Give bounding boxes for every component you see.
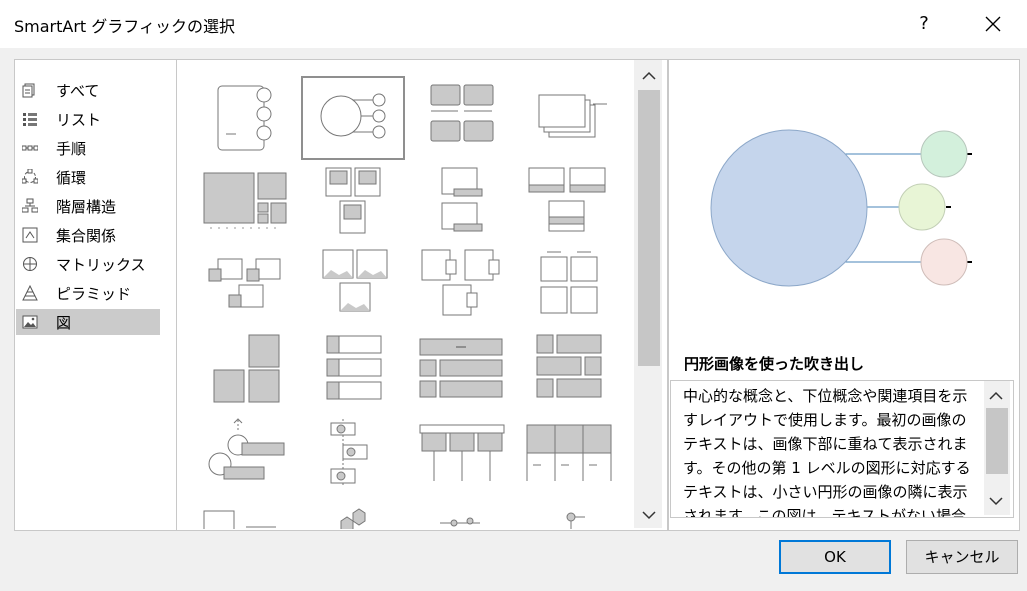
close-button[interactable] — [976, 8, 1010, 40]
process-icon — [22, 145, 38, 151]
cycle-icon — [22, 169, 38, 184]
layout-thumbnail[interactable] — [517, 78, 617, 158]
category-list-item[interactable]: リスト — [16, 106, 160, 132]
description-scroll-up-button[interactable] — [986, 388, 1006, 404]
category-cycle[interactable]: 循環 — [16, 164, 160, 190]
cancel-button[interactable]: キャンセル — [906, 540, 1018, 574]
layout-name: 円形画像を使った吹き出し — [684, 355, 865, 373]
category-picture[interactable]: 図 — [16, 309, 160, 335]
layout-thumbnail[interactable] — [410, 330, 510, 410]
layout-thumbnail[interactable] — [196, 415, 296, 495]
category-label: すべて — [56, 82, 100, 100]
layout-thumbnail[interactable] — [196, 505, 296, 529]
matrix-icon — [23, 257, 37, 271]
category-process[interactable]: 手順 — [16, 135, 160, 161]
layout-thumbnail[interactable] — [303, 330, 403, 410]
title-bar: SmartArt グラフィックの選択 ? — [0, 0, 1027, 48]
layout-thumbnail[interactable] — [517, 415, 617, 495]
layout-thumbnail[interactable] — [196, 330, 296, 410]
layout-thumbnail[interactable] — [410, 415, 510, 495]
hierarchy-icon — [22, 198, 38, 213]
chevron-up-icon — [989, 391, 1003, 400]
layout-thumbnail[interactable] — [410, 505, 510, 529]
chevron-down-icon — [642, 511, 656, 520]
all-icon — [22, 83, 35, 98]
category-hierarchy[interactable]: 階層構造 — [16, 193, 160, 219]
picture-icon — [22, 315, 38, 329]
layout-thumbnail[interactable] — [303, 245, 403, 325]
layout-thumbnail[interactable] — [196, 245, 296, 325]
layout-thumbnail[interactable] — [303, 415, 403, 495]
gallery-scrollbar-thumb[interactable] — [638, 90, 660, 366]
gallery-scroll-up-button[interactable] — [639, 68, 659, 84]
chevron-down-icon — [989, 497, 1003, 506]
category-label: 図 — [56, 314, 72, 332]
description-scrollbar-thumb[interactable] — [986, 408, 1008, 474]
layout-description: 中心的な概念と、下位概念や関連項目を示すレイアウトで使用します。最初の画像のテキ… — [683, 387, 971, 518]
category-label: リスト — [56, 111, 102, 129]
layout-thumbnail[interactable] — [303, 165, 403, 245]
gallery-scroll-down-button[interactable] — [639, 507, 659, 523]
layout-thumbnail[interactable] — [517, 245, 617, 325]
layout-thumbnail[interactable] — [517, 165, 617, 245]
ok-button[interactable]: OK — [779, 540, 891, 574]
layout-thumbnail[interactable] — [517, 330, 617, 410]
list-icon — [23, 113, 37, 126]
category-label: 階層構造 — [56, 198, 117, 216]
close-icon — [985, 16, 1001, 32]
layout-thumbnail[interactable] — [196, 78, 296, 158]
layout-thumbnail[interactable] — [410, 245, 510, 325]
category-label: 手順 — [56, 140, 87, 158]
category-label: ピラミッド — [56, 285, 132, 303]
layout-thumbnail[interactable] — [410, 165, 510, 245]
category-matrix[interactable]: マトリックス — [16, 251, 160, 277]
pyramid-icon — [22, 285, 38, 301]
category-relationship[interactable]: 集合関係 — [16, 222, 160, 248]
layout-thumbnail[interactable] — [410, 78, 510, 158]
layout-thumbnail-circle-picture-callout[interactable] — [301, 76, 405, 160]
description-scroll-down-button[interactable] — [986, 493, 1006, 509]
category-label: 循環 — [56, 169, 87, 187]
layout-thumbnail[interactable] — [303, 505, 403, 529]
category-all[interactable]: すべて — [16, 77, 160, 103]
layout-thumbnail[interactable] — [517, 505, 617, 529]
help-button[interactable]: ? — [908, 8, 940, 40]
layout-description-box: 中心的な概念と、下位概念や関連項目を示すレイアウトで使用します。最初の画像のテキ… — [670, 380, 1014, 518]
layout-preview-image — [710, 129, 972, 287]
dialog-title: SmartArt グラフィックの選択 — [14, 17, 235, 36]
category-label: 集合関係 — [56, 227, 117, 245]
category-pyramid[interactable]: ピラミッド — [16, 280, 160, 306]
layout-thumbnail[interactable] — [196, 165, 296, 245]
chevron-up-icon — [642, 71, 656, 80]
relationship-icon — [22, 227, 38, 243]
category-label: マトリックス — [56, 256, 146, 274]
